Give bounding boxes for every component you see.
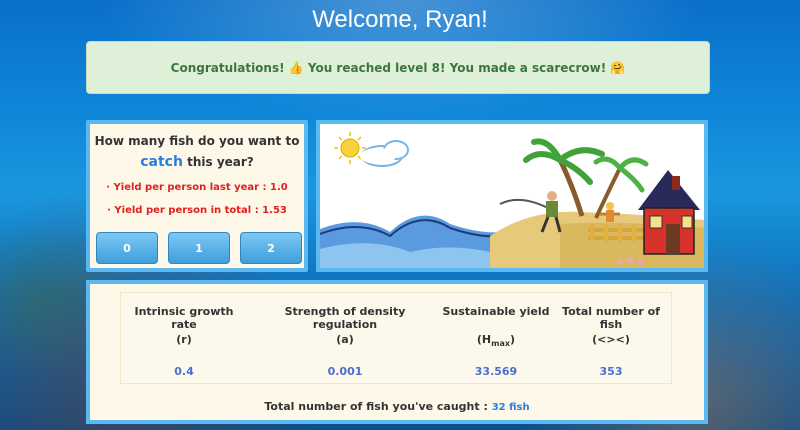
banner-text: Congratulations! 👍 You reached level 8! … [170,60,626,75]
stats-table: Intrinsic growth rate (r) 0.4 Strength o… [120,292,672,384]
yield-last-year: · Yield per person last year : 1.0 [106,182,288,193]
question-line-2-rest: this year? [182,155,254,169]
island-scene [316,120,708,272]
sustainable-yield-value: 33.569 [474,365,518,378]
island-illustration [320,124,704,268]
catch-buttons: 0 1 2 [96,232,302,264]
growth-rate-value: 0.4 [174,365,194,378]
growth-rate-header: Intrinsic growth rate [134,305,234,331]
question-line-2: catch this year? [90,154,304,170]
question-line-1: How many fish do you want to [94,134,300,148]
total-caught: Total number of fish you've caught : 32 … [90,400,704,413]
total-caught-value: 32 fish [491,402,530,413]
total-fish-symbol: (<><) [592,333,630,346]
sustainable-yield-header: Sustainable yield [442,305,550,318]
fishery-stats-panel: Intrinsic growth rate (r) 0.4 Strength o… [86,280,708,424]
growth-rate-column: Intrinsic growth rate (r) 0.4 [121,293,247,378]
catch-2-button[interactable]: 2 [240,232,302,264]
sustainable-yield-column: Sustainable yield (Hmax) 33.569 [441,293,551,378]
density-symbol: (a) [336,333,354,346]
catch-word: catch [140,154,183,170]
page-title: Welcome, Ryan! [312,6,488,33]
total-fish-value: 353 [599,365,623,378]
catch-1-button[interactable]: 1 [168,232,230,264]
sustainable-yield-symbol: (Hmax) [476,333,516,349]
density-value: 0.001 [327,365,363,378]
total-fish-header: Total number of fish [562,305,660,331]
catch-0-button[interactable]: 0 [96,232,158,264]
density-column: Strength of density regulation (a) 0.001 [257,293,433,378]
total-fish-column: Total number of fish (<><) 353 [551,293,671,378]
catch-question-panel: How many fish do you want to catch this … [86,120,308,272]
density-header: Strength of density regulation [284,305,406,331]
level-up-banner: Congratulations! 👍 You reached level 8! … [86,41,710,94]
growth-rate-symbol: (r) [176,333,192,346]
total-caught-label: Total number of fish you've caught : [264,400,492,413]
yield-total: · Yield per person in total : 1.53 [107,205,287,216]
